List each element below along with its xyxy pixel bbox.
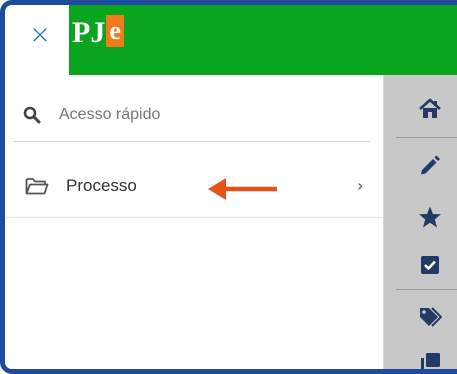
checkbox-icon[interactable] (418, 253, 442, 277)
pje-logo: PJ e (72, 13, 124, 53)
logo-text: PJ (72, 16, 106, 49)
tags-icon[interactable] (418, 305, 443, 329)
close-tab: × (5, 5, 69, 75)
top-bar: × PJ e (5, 5, 457, 75)
menu-item-processo[interactable]: Processo › (5, 155, 383, 218)
pencil-icon[interactable] (418, 153, 442, 177)
app-window: × PJ e Processo › (0, 0, 457, 374)
menu-item-label: Processo (66, 176, 137, 195)
logo-badge: e (106, 15, 124, 47)
search-row (23, 103, 371, 127)
folder-icon (25, 177, 49, 195)
search-icon (23, 106, 41, 124)
clone-icon[interactable] (418, 351, 442, 369)
search-underline (13, 141, 371, 142)
quick-access-panel: Processo › (5, 75, 384, 369)
close-icon[interactable]: × (29, 22, 51, 48)
home-icon[interactable] (418, 97, 442, 121)
search-input[interactable] (59, 106, 359, 124)
right-icon-rail (384, 75, 457, 369)
pointer-arrow-annotation (205, 176, 281, 202)
chevron-right-icon: › (357, 176, 364, 195)
rail-divider (396, 289, 457, 290)
star-icon[interactable] (418, 205, 442, 229)
rail-divider (396, 137, 457, 138)
